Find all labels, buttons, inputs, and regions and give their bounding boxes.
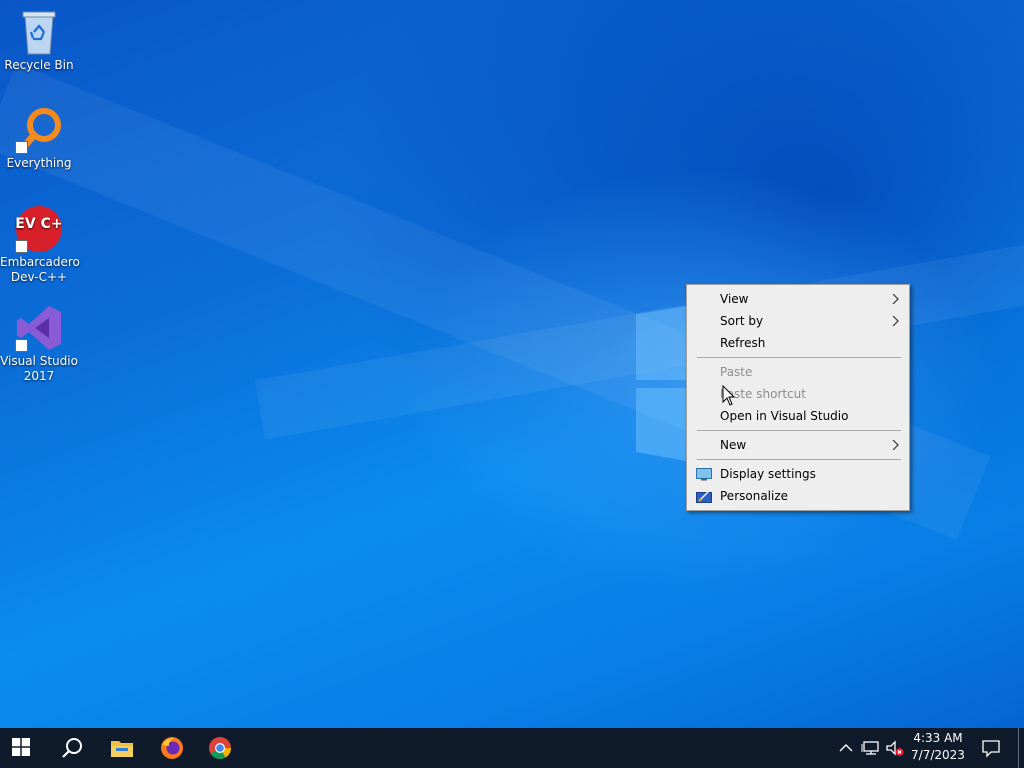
taskbar-clock[interactable]: 4:33 AM 7/7/2023: [906, 730, 970, 764]
network-icon[interactable]: [861, 738, 881, 758]
mouse-pointer-icon: [722, 385, 736, 406]
clock-time: 4:33 AM: [913, 731, 963, 745]
menu-separator: [697, 459, 901, 460]
menu-item-view[interactable]: View: [690, 288, 906, 310]
desktop-icon-visual-studio[interactable]: Visual Studio 2017: [0, 304, 78, 384]
show-desktop-button[interactable]: [1018, 728, 1024, 768]
shortcut-arrow-icon: [15, 141, 28, 154]
firefox-icon: [161, 737, 183, 759]
dev-cpp-icon: DEV C++: [4, 205, 74, 253]
chevron-right-icon: [892, 294, 899, 304]
menu-item-label: New: [720, 438, 747, 452]
taskbar-file-explorer[interactable]: [98, 728, 146, 768]
search-button[interactable]: [48, 728, 96, 768]
menu-item-display-settings[interactable]: Display settings: [690, 463, 906, 485]
shortcut-arrow-icon: [15, 240, 28, 253]
chevron-right-icon: [892, 440, 899, 450]
desktop-icon-label: Visual Studio 2017: [0, 354, 78, 383]
display-icon: [696, 468, 712, 481]
desktop-icon-label: Everything: [6, 156, 72, 170]
desktop-icon-recycle-bin[interactable]: Recycle Bin: [0, 8, 78, 73]
menu-item-refresh[interactable]: Refresh: [690, 332, 906, 354]
chevron-right-icon: [892, 316, 899, 326]
start-button[interactable]: [0, 728, 48, 768]
personalize-icon: [696, 489, 712, 503]
menu-item-label: View: [720, 292, 749, 306]
desktop-icon-label: Recycle Bin: [4, 58, 74, 72]
taskbar-chrome[interactable]: [196, 728, 244, 768]
search-icon: [62, 738, 82, 758]
menu-item-paste: Paste: [690, 361, 906, 383]
desktop-context-menu: View Sort by Refresh Paste Paste shortcu…: [686, 284, 910, 511]
volume-muted-icon[interactable]: [885, 738, 905, 758]
menu-item-label: Display settings: [720, 467, 816, 481]
shortcut-arrow-icon: [15, 339, 28, 352]
menu-item-label: Refresh: [720, 336, 766, 350]
menu-item-label: Paste: [720, 365, 753, 379]
taskbar: 4:33 AM 7/7/2023: [0, 728, 1024, 768]
menu-separator: [697, 430, 901, 431]
desktop-icon-label: Embarcadero Dev-C++: [0, 255, 80, 284]
dev-cpp-icon-text: DEV C++: [15, 216, 63, 232]
menu-item-personalize[interactable]: Personalize: [690, 485, 906, 507]
menu-item-sort-by[interactable]: Sort by: [690, 310, 906, 332]
file-explorer-icon: [111, 741, 133, 757]
recycle-bin-icon: [15, 8, 63, 56]
chrome-icon: [209, 737, 231, 759]
menu-item-new[interactable]: New: [690, 434, 906, 456]
menu-item-label: Open in Visual Studio: [720, 409, 849, 423]
everything-search-icon: [15, 106, 63, 154]
clock-date: 7/7/2023: [911, 748, 965, 762]
desktop-icon-dev-cpp[interactable]: DEV C++ Embarcadero Dev-C++: [0, 205, 80, 285]
desktop[interactable]: Recycle Bin Everything DEV C++ Embarcade…: [0, 0, 1024, 728]
show-hidden-icons-chevron-up-icon[interactable]: [836, 738, 856, 758]
menu-item-label: Personalize: [720, 489, 789, 503]
windows-start-icon: [12, 738, 30, 756]
menu-item-label: Sort by: [720, 314, 764, 328]
action-center-notifications-icon[interactable]: [981, 738, 1001, 758]
menu-item-open-in-visual-studio[interactable]: Open in Visual Studio: [690, 405, 906, 427]
menu-separator: [697, 357, 901, 358]
taskbar-firefox[interactable]: [148, 728, 196, 768]
desktop-icon-everything[interactable]: Everything: [0, 106, 78, 171]
visual-studio-icon: [15, 304, 63, 352]
